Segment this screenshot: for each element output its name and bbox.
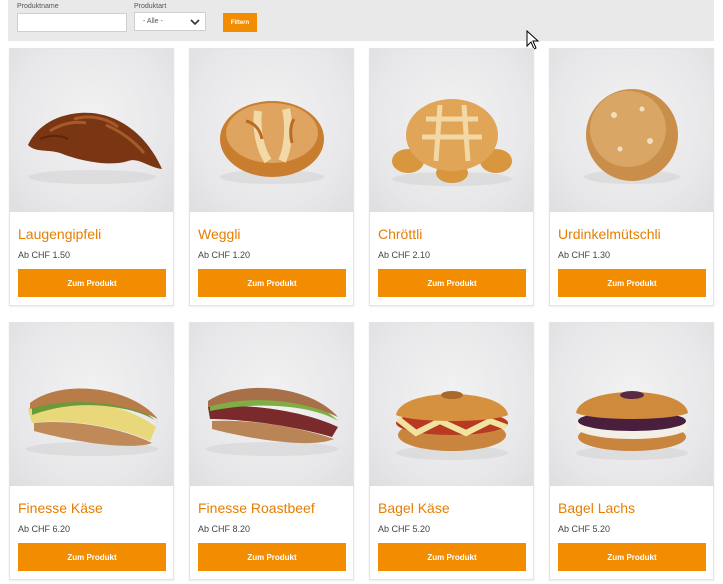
filter-button[interactable]: Filtern — [223, 13, 257, 32]
product-type-label: Produktart — [134, 3, 167, 10]
mouse-cursor-icon — [526, 30, 540, 50]
product-type-selected: - Alle - — [143, 18, 163, 25]
filter-bar: Produktname Produktart - Alle - Filtern — [8, 0, 714, 41]
to-product-button[interactable]: Zum Produkt — [18, 269, 166, 297]
spelt-roll-icon — [584, 89, 680, 184]
bagel-icon — [396, 391, 508, 460]
product-name[interactable]: Laugengipfeli — [18, 226, 101, 242]
product-name[interactable]: Finesse Roastbeef — [198, 500, 315, 516]
product-price: Ab CHF 1.30 — [558, 250, 611, 260]
product-image-finesse-kaese[interactable] — [10, 323, 173, 486]
product-price: Ab CHF 2.10 — [378, 250, 431, 260]
to-product-button[interactable]: Zum Produkt — [378, 269, 526, 297]
product-image-urdinkelmuetschli[interactable] — [550, 49, 713, 212]
type-filter-group: Produktart - Alle - — [134, 2, 206, 31]
product-price: Ab CHF 8.20 — [198, 524, 251, 534]
product-card: Urdinkelmütschli Ab CHF 1.30 Zum Produkt — [549, 48, 714, 306]
to-product-button[interactable]: Zum Produkt — [378, 543, 526, 571]
product-card: Weggli Ab CHF 1.20 Zum Produkt — [189, 48, 354, 306]
product-price: Ab CHF 1.20 — [198, 250, 251, 260]
to-product-button[interactable]: Zum Produkt — [18, 543, 166, 571]
sandwich-icon — [26, 388, 158, 456]
product-image-bagel-kaese[interactable] — [370, 323, 533, 486]
product-card: Chröttli Ab CHF 2.10 Zum Produkt — [369, 48, 534, 306]
product-name[interactable]: Chröttli — [378, 226, 422, 242]
product-card: Finesse Käse Ab CHF 6.20 Zum Produkt — [9, 322, 174, 580]
turtle-bread-icon — [392, 99, 512, 186]
to-product-button[interactable]: Zum Produkt — [198, 543, 346, 571]
product-name[interactable]: Weggli — [198, 226, 241, 242]
product-price: Ab CHF 1.50 — [18, 250, 71, 260]
product-type-select[interactable]: - Alle - — [134, 12, 206, 31]
product-name-label: Produktname — [17, 3, 59, 10]
product-price: Ab CHF 5.20 — [378, 524, 431, 534]
product-image-chroettli[interactable] — [370, 49, 533, 212]
product-name-input[interactable] — [17, 13, 127, 32]
chevron-down-icon — [190, 19, 200, 26]
product-card: Bagel Lachs Ab CHF 5.20 Zum Produkt — [549, 322, 714, 580]
product-card: Bagel Käse Ab CHF 5.20 Zum Produkt — [369, 322, 534, 580]
to-product-button[interactable]: Zum Produkt — [558, 269, 706, 297]
bread-roll-icon — [220, 101, 324, 184]
product-image-bagel-lachs[interactable] — [550, 323, 713, 486]
to-product-button[interactable]: Zum Produkt — [558, 543, 706, 571]
product-price: Ab CHF 5.20 — [558, 524, 611, 534]
product-name[interactable]: Urdinkelmütschli — [558, 226, 661, 242]
product-price: Ab CHF 6.20 — [18, 524, 71, 534]
product-card: Finesse Roastbeef Ab CHF 8.20 Zum Produk… — [189, 322, 354, 580]
croissant-icon — [28, 112, 162, 184]
product-name[interactable]: Bagel Lachs — [558, 500, 635, 516]
product-image-laugengipfeli[interactable] — [10, 49, 173, 212]
bagel-icon — [576, 391, 688, 460]
to-product-button[interactable]: Zum Produkt — [198, 269, 346, 297]
product-name[interactable]: Bagel Käse — [378, 500, 450, 516]
product-card: Laugengipfeli Ab CHF 1.50 Zum Produkt — [9, 48, 174, 306]
name-filter-group: Produktname — [17, 2, 127, 32]
sandwich-icon — [206, 387, 338, 456]
product-image-weggli[interactable] — [190, 49, 353, 212]
product-image-finesse-roastbeef[interactable] — [190, 323, 353, 486]
product-name[interactable]: Finesse Käse — [18, 500, 103, 516]
